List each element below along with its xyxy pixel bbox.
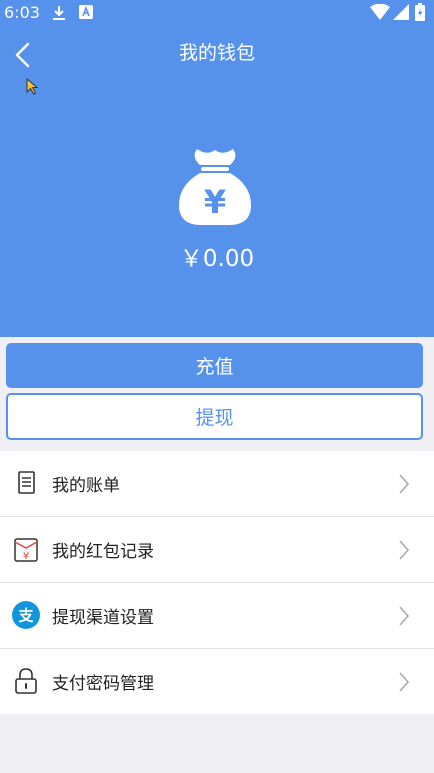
- menu-item-label: 我的红包记录: [52, 542, 154, 562]
- bag-currency-symbol: ¥: [204, 183, 226, 221]
- wifi-icon: [370, 4, 390, 20]
- menu-item-label: 支付密码管理: [52, 674, 154, 694]
- menu-item-label: 我的账单: [52, 476, 120, 496]
- money-bag-icon: ¥: [179, 149, 251, 225]
- page-title: 我的钱包: [178, 42, 255, 64]
- lock-icon: [15, 668, 37, 694]
- signal-icon: [393, 4, 409, 20]
- mouse-cursor-icon: [26, 78, 39, 95]
- wallet-header: 6:03 我的钱包 ¥ ￥0.00: [0, 0, 434, 337]
- bill-icon: [18, 471, 35, 494]
- menu-item-bill[interactable]: 我的账单: [0, 451, 434, 517]
- chevron-right-icon: [399, 606, 410, 626]
- chevron-right-icon: [399, 474, 410, 494]
- chevron-right-icon: [399, 540, 410, 560]
- menu-item-red-envelope[interactable]: ¥ 我的红包记录: [0, 517, 434, 583]
- battery-icon: [415, 3, 425, 21]
- alipay-symbol: 支: [17, 607, 34, 625]
- status-bar: 6:03: [0, 0, 434, 26]
- wallet-menu: 我的账单 ¥ 我的红包记录 支 提现渠道设置 支付密码管理: [0, 451, 434, 714]
- chevron-right-icon: [399, 672, 410, 692]
- menu-item-payment-password[interactable]: 支付密码管理: [0, 649, 434, 714]
- envelope-symbol: ¥: [23, 551, 29, 562]
- withdraw-button[interactable]: 提现: [6, 393, 423, 440]
- alipay-icon: 支: [12, 601, 40, 629]
- red-envelope-icon: ¥: [14, 538, 38, 562]
- balance-amount: ￥0.00: [179, 246, 255, 272]
- recharge-button[interactable]: 充值: [6, 343, 423, 388]
- menu-item-withdraw-channel[interactable]: 支 提现渠道设置: [0, 583, 434, 649]
- status-time: 6:03: [4, 3, 40, 22]
- download-icon: [53, 6, 65, 20]
- menu-item-label: 提现渠道设置: [52, 608, 154, 628]
- keyboard-icon: [79, 5, 93, 19]
